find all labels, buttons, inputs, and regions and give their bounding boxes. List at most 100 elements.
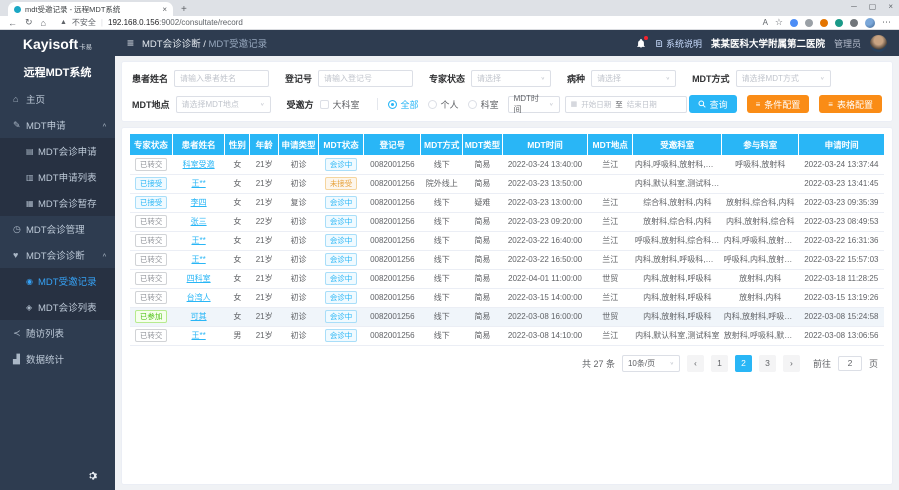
patient-name-link[interactable]: 台湾人 — [187, 293, 211, 302]
tab-close-icon[interactable]: × — [162, 5, 167, 14]
mdt-location-cell: 兰江 — [588, 231, 633, 250]
table-row[interactable]: 已转交王**女21岁初诊会诊中0082001256线下简易2022-03-22 … — [130, 250, 884, 269]
join-depts-cell: 呼吸科,内科,放射科,影像科 — [722, 250, 799, 269]
sidebar-item[interactable]: ▥MDT申请列表 — [0, 164, 115, 190]
table-row[interactable]: 已转交张三女22岁初诊会诊中0082001256线下简易2022-03-23 0… — [130, 212, 884, 231]
date-range-picker[interactable]: ▦ 开始日期 至 结束日期 — [565, 96, 687, 113]
gender-cell: 女 — [225, 250, 250, 269]
favorites-star-icon[interactable]: ☆ — [775, 17, 783, 28]
table-row[interactable]: 已转交四科室女21岁初诊会诊中0082001256线下简易2022-04-01 … — [130, 269, 884, 288]
mdt-location-select[interactable]: 请选择MDT地点 ∨ — [176, 96, 271, 113]
collapse-menu-icon[interactable]: ≡ — [127, 36, 134, 50]
divider — [377, 98, 378, 110]
window-close-icon[interactable]: × — [888, 2, 893, 11]
next-page-button[interactable]: › — [783, 355, 800, 372]
table-row[interactable]: 已转交台湾人女21岁初诊会诊中0082001256线下简易2022-03-15 … — [130, 288, 884, 307]
patient-name-link[interactable]: 可其 — [191, 312, 207, 321]
patient-name-link[interactable]: 四科室 — [187, 274, 211, 283]
extension-icon[interactable] — [805, 19, 813, 27]
page-button[interactable]: 1 — [711, 355, 728, 372]
prev-page-button[interactable]: ‹ — [687, 355, 704, 372]
apply-type-cell: 复诊 — [279, 193, 319, 212]
table-row[interactable]: 已参加可其女21岁初诊会诊中0082001256线下简易2022-03-08 1… — [130, 307, 884, 326]
search-button-label: 查询 — [710, 98, 728, 111]
dept-checkbox-label[interactable]: 大科室 — [333, 98, 360, 111]
notification-bell-icon[interactable] — [636, 38, 646, 49]
patient-name-link[interactable]: 王** — [191, 255, 205, 264]
extension-icon[interactable] — [820, 19, 828, 27]
sidebar-item-label: MDT会诊暂存 — [38, 196, 97, 210]
read-aloud-icon[interactable]: A — [763, 18, 768, 27]
patient-name-link[interactable]: 科室受邀 — [183, 160, 215, 169]
sidebar-item[interactable]: ◷MDT会诊管理 — [0, 216, 115, 242]
window-maximize-icon[interactable]: ▢ — [869, 2, 877, 11]
mdt-location-cell: 兰江 — [588, 288, 633, 307]
page-size-select[interactable]: 10条/页 ∨ — [622, 355, 680, 372]
table-config-button[interactable]: ≡ 表格配置 — [819, 95, 882, 113]
dept-checkbox[interactable] — [320, 100, 329, 109]
patient-name-link[interactable]: 王** — [191, 179, 205, 188]
join-depts-cell: 放射科,内科 — [722, 288, 799, 307]
system-title: 远程MDT系统 — [0, 56, 115, 86]
home-icon[interactable]: ⌂ — [41, 18, 46, 28]
join-depts-cell: 呼吸科,放射科 — [722, 155, 799, 174]
browser-tab[interactable]: mdt受邀记录 - 远程MDT系统 × — [8, 2, 173, 16]
back-icon[interactable]: ← — [8, 18, 17, 28]
radio-all[interactable]: 全部 — [388, 98, 428, 111]
new-tab-button[interactable]: + — [181, 4, 187, 15]
breadcrumb-separator: / — [203, 39, 206, 50]
mdt-mode-select[interactable]: 请选择MDT方式 ∨ — [736, 70, 831, 87]
register-no-cell: 0082001256 — [364, 307, 421, 326]
join-depts-cell — [722, 174, 799, 193]
user-avatar[interactable] — [870, 35, 887, 52]
system-help-link[interactable]: 系统说明 — [655, 37, 702, 50]
patient-name-link[interactable]: 张三 — [191, 217, 207, 226]
patient-name-link[interactable]: 李四 — [191, 198, 207, 207]
user-icon: ◉ — [26, 277, 38, 286]
settings-gear-icon[interactable] — [88, 471, 99, 482]
mdt-time-cell: 2022-04-01 11:00:00 — [502, 269, 587, 288]
mdt-status-badge: 会诊中 — [318, 250, 363, 269]
table-row[interactable]: 已接受李四女21岁复诊会诊中0082001256线下疑难2022-03-23 1… — [130, 193, 884, 212]
radio-personal[interactable]: 个人 — [428, 98, 468, 111]
condition-config-button[interactable]: ≡ 条件配置 — [747, 95, 810, 113]
sidebar-item[interactable]: ◉MDT受邀记录 — [0, 268, 115, 294]
browser-profile-avatar[interactable] — [865, 18, 875, 28]
table-row[interactable]: 已接受王**女21岁初诊未接受0082001256院外线上简易2022-03-2… — [130, 174, 884, 193]
search-button[interactable]: 查询 — [689, 95, 737, 113]
window-minimize-icon[interactable]: ─ — [851, 2, 857, 11]
goto-page-input[interactable] — [838, 356, 862, 371]
expert-status-badge: 已转交 — [135, 215, 168, 228]
patient-name-input[interactable] — [174, 70, 269, 87]
table-row[interactable]: 已转交王**女21岁初诊会诊中0082001256线下简易2022-03-22 … — [130, 231, 884, 250]
refresh-icon[interactable]: ↻ — [25, 17, 33, 28]
gender-cell: 女 — [225, 212, 250, 231]
extension-icon[interactable] — [790, 19, 798, 27]
sidebar-item[interactable]: ◈MDT会诊列表 — [0, 294, 115, 320]
table-row[interactable]: 已转交王**男21岁初诊会诊中0082001256线下简易2022-03-08 … — [130, 326, 884, 345]
page-button[interactable]: 2 — [735, 355, 752, 372]
page-button[interactable]: 3 — [759, 355, 776, 372]
sidebar-item[interactable]: ♥MDT会诊诊断∧ — [0, 242, 115, 268]
more-menu-icon[interactable]: ⋯ — [882, 17, 891, 28]
sidebar-item[interactable]: ▟数据统计 — [0, 346, 115, 372]
chevron-icon: ∧ — [102, 252, 107, 258]
sidebar-item[interactable]: ✎MDT申请∧ — [0, 112, 115, 138]
table-row[interactable]: 已转交科室受邀女21岁初诊会诊中0082001256线下简易2022-03-24… — [130, 155, 884, 174]
extension-icon[interactable] — [850, 19, 858, 27]
sidebar-item[interactable]: ▤MDT会诊申请 — [0, 138, 115, 164]
radio-dept[interactable]: 科室 — [468, 98, 508, 111]
column-header: MDT时间 — [502, 134, 587, 155]
mdt-status-badge: 会诊中 — [325, 158, 358, 171]
sidebar-item[interactable]: ≺随访列表 — [0, 320, 115, 346]
disease-select[interactable]: 请选择 ∨ — [591, 70, 676, 87]
sidebar-item[interactable]: ▦MDT会诊暂存 — [0, 190, 115, 216]
address-bar[interactable]: ▲ 不安全 | 192.168.0.156:9002/consultate/re… — [60, 17, 755, 28]
register-no-input[interactable] — [318, 70, 413, 87]
patient-name-link[interactable]: 王** — [191, 331, 205, 340]
sidebar-item[interactable]: ⌂主页 — [0, 86, 115, 112]
expert-status-select[interactable]: 请选择 ∨ — [471, 70, 551, 87]
patient-name-link[interactable]: 王** — [191, 236, 205, 245]
extension-icon[interactable] — [835, 19, 843, 27]
time-type-select[interactable]: MDT时间 ∨ — [508, 96, 560, 113]
